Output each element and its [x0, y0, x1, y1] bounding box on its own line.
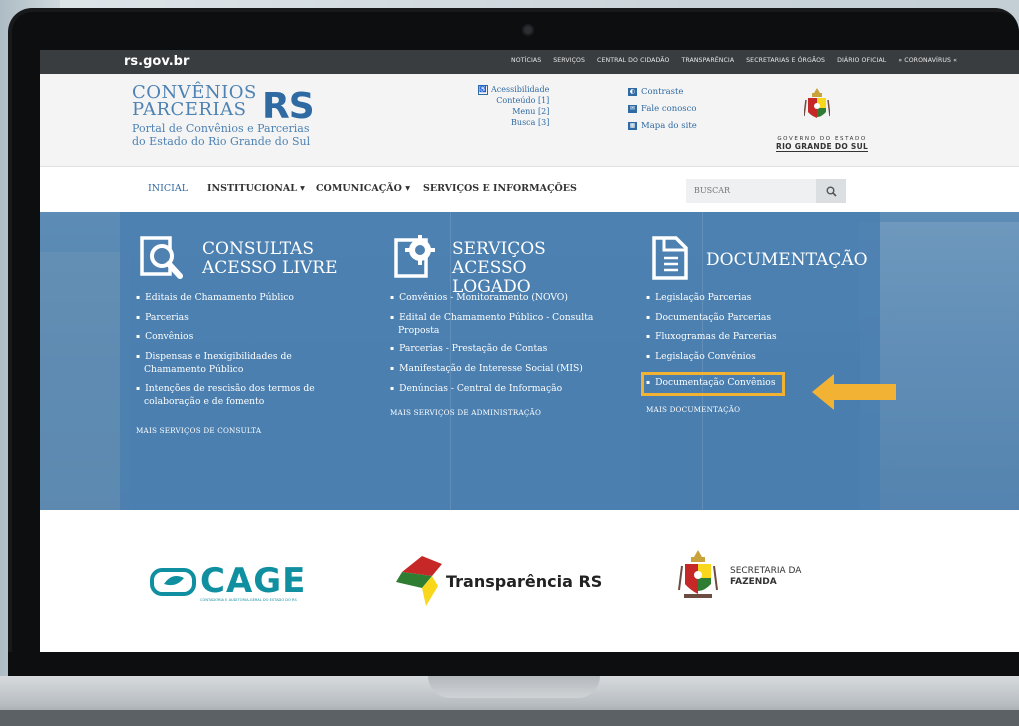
- column-title-line-1: SERVIÇOS: [452, 239, 546, 259]
- camera-icon: [524, 26, 532, 34]
- gov-nav-noticias[interactable]: NOTÍCIAS: [511, 57, 541, 64]
- search-icon: [826, 186, 837, 197]
- link-legislacao-convenios[interactable]: Legislação Convênios: [646, 351, 876, 364]
- more-administracao-link[interactable]: MAIS SERVIÇOS DE ADMINISTRAÇÃO: [390, 408, 610, 417]
- contrast-link[interactable]: ◐ Contraste: [628, 84, 697, 101]
- skip-menu-link[interactable]: Menu [2]: [478, 106, 549, 117]
- main-nav: INICIAL INSTITUCIONAL ▾ COMUNICAÇÃO ▾ SE…: [40, 167, 1019, 211]
- gov-nav-transparencia[interactable]: TRANSPARÊNCIA: [681, 57, 734, 64]
- accessibility-menu: ♿ Acessibilidade Conteúdo [1] Menu [2] Bu…: [478, 84, 549, 128]
- link-convenios[interactable]: Convênios: [136, 331, 356, 344]
- column-title: CONSULTAS ACESSO LIVRE: [202, 240, 338, 278]
- transparencia-map-icon: [396, 556, 442, 606]
- column-title-line-2: ACESSO LOGADO: [452, 258, 531, 297]
- hero-section: CONSULTAS ACESSO LIVRE Editais de Chamam…: [40, 212, 1019, 510]
- cage-text: CAGE: [200, 561, 307, 601]
- mail-icon: ✉: [628, 104, 637, 113]
- link-dispensas[interactable]: Dispensas e Inexigibilidades de Chamamen…: [136, 351, 356, 376]
- link-mis[interactable]: Manifestação de Interesse Social (MIS): [390, 363, 610, 376]
- link-denuncias[interactable]: Denúncias - Central de Informação: [390, 383, 610, 396]
- link-parcerias-prestacao[interactable]: Parcerias - Prestação de Contas: [390, 343, 610, 356]
- contrast-label: Contraste: [641, 87, 684, 97]
- search-box: [686, 179, 846, 203]
- sefaz-logo[interactable]: SECRETARIA DA FAZENDA: [678, 550, 801, 606]
- link-edital-consulta-proposta[interactable]: Edital de Chamamento Público - Consulta …: [390, 312, 610, 337]
- gov-nav-servicos[interactable]: SERVIÇOS: [553, 57, 585, 64]
- search-button[interactable]: [816, 179, 846, 203]
- gov-nav: NOTÍCIAS SERVIÇOS CENTRAL DO CIDADÃO TRA…: [511, 57, 957, 64]
- column-title: SERVIÇOS ACESSO LOGADO: [452, 240, 610, 297]
- link-parcerias[interactable]: Parcerias: [136, 312, 356, 325]
- link-editais[interactable]: Editais de Chamamento Público: [136, 292, 356, 305]
- contact-label: Fale conosco: [641, 104, 697, 114]
- laptop-bezel-bottom: [8, 652, 1019, 676]
- column-title-line-1: CONSULTAS: [202, 239, 315, 259]
- laptop-frame: rs.gov.br NOTÍCIAS SERVIÇOS CENTRAL DO C…: [8, 8, 1019, 676]
- state-crest-icon: [678, 550, 718, 598]
- sefaz-line-2: FAZENDA: [730, 577, 777, 587]
- column-links: Convênios - Monitoramento (NOVO) Edital …: [390, 292, 610, 396]
- site-header: CONVÊNIOS PARCERIAS RS Portal de Convêni…: [40, 74, 1019, 167]
- site-logo[interactable]: CONVÊNIOS PARCERIAS RS Portal de Convêni…: [132, 84, 315, 149]
- link-documentacao-convenios[interactable]: Documentação Convênios: [641, 372, 785, 396]
- column-consultas: CONSULTAS ACESSO LIVRE Editais de Chamam…: [136, 234, 356, 435]
- gov-nav-secretarias[interactable]: SECRETARIAS E ÓRGÃOS: [746, 57, 825, 64]
- logo-subtitle-2: do Estado do Rio Grande do Sul: [132, 135, 311, 148]
- sefaz-line-1: SECRETARIA DA: [730, 566, 802, 576]
- gov-nav-diario[interactable]: DIÁRIO OFICIAL: [837, 57, 886, 64]
- transparencia-text: Transparência RS: [446, 572, 603, 591]
- accessibility-icon: ♿: [478, 85, 488, 95]
- gov-top-bar: rs.gov.br NOTÍCIAS SERVIÇOS CENTRAL DO C…: [40, 50, 1019, 74]
- link-intencoes-rescisao[interactable]: Intenções de rescisão dos termos de cola…: [136, 383, 356, 408]
- column-header: CONSULTAS ACESSO LIVRE: [136, 234, 356, 292]
- contrast-icon: ◐: [628, 87, 637, 96]
- search-input[interactable]: [686, 179, 814, 201]
- accessibility-title: Acessibilidade: [491, 85, 550, 94]
- document-icon: [652, 236, 688, 280]
- cage-tagline: CONTADORIA E AUDITORIA-GERAL DO ESTADO D…: [200, 598, 297, 602]
- sitemap-link[interactable]: ▦ Mapa do site: [628, 118, 697, 135]
- highlight-arrow-icon: [812, 374, 896, 410]
- gov-brand-link[interactable]: rs.gov.br: [124, 54, 189, 69]
- link-fluxogramas[interactable]: Fluxogramas de Parcerias: [646, 331, 876, 344]
- column-header: SERVIÇOS ACESSO LOGADO: [390, 234, 610, 297]
- sitemap-label: Mapa do site: [641, 121, 697, 131]
- nav-institucional[interactable]: INSTITUCIONAL ▾: [207, 183, 305, 194]
- magnifier-document-icon: [140, 236, 183, 279]
- link-documentacao-parcerias[interactable]: Documentação Parcerias: [646, 312, 876, 325]
- cage-symbol-icon: [150, 568, 196, 596]
- more-consulta-link[interactable]: MAIS SERVIÇOS DE CONSULTA: [136, 426, 356, 435]
- column-header: DOCUMENTAÇÃO: [646, 234, 876, 292]
- laptop-base-notch: [428, 676, 600, 698]
- sitemap-icon: ▦: [628, 121, 637, 130]
- gov-nav-coronavirus[interactable]: » CORONAVÍRUS «: [898, 57, 957, 64]
- column-links: Editais de Chamamento Público Parcerias …: [136, 292, 356, 408]
- sefaz-text: SECRETARIA DA FAZENDA: [730, 566, 801, 588]
- state-crest-icon: [804, 88, 830, 118]
- nav-comunicacao[interactable]: COMUNICAÇÃO ▾: [316, 183, 410, 194]
- utility-links: ◐ Contraste ✉ Fale conosco ▦ Mapa do site: [628, 84, 697, 135]
- link-legislacao-parcerias[interactable]: Legislação Parcerias: [646, 292, 876, 305]
- skip-content-link[interactable]: Conteúdo [1]: [478, 95, 549, 106]
- column-title-line-2: ACESSO LIVRE: [202, 258, 338, 278]
- contact-link[interactable]: ✉ Fale conosco: [628, 101, 697, 118]
- gear-document-icon: [394, 235, 435, 278]
- column-servicos: SERVIÇOS ACESSO LOGADO Convênios - Monit…: [390, 234, 610, 417]
- accessibility-link[interactable]: ♿ Acessibilidade: [478, 84, 549, 95]
- gov-label-bottom: RIO GRANDE DO SUL: [776, 142, 869, 152]
- nav-inicial[interactable]: INICIAL: [148, 183, 188, 194]
- column-title: DOCUMENTAÇÃO: [706, 250, 868, 270]
- gov-label: GOVERNO DO ESTADO RIO GRANDE DO SUL: [776, 136, 869, 152]
- partner-logos: CAGE CONTADORIA E AUDITORIA-GERAL DO EST…: [40, 510, 1019, 652]
- nav-servicos-informacoes[interactable]: SERVIÇOS E INFORMAÇÕES: [423, 183, 577, 194]
- browser-screen: rs.gov.br NOTÍCIAS SERVIÇOS CENTRAL DO C…: [40, 50, 1019, 652]
- transparencia-logo[interactable]: Transparência RS: [392, 550, 602, 614]
- logo-rs: RS: [262, 86, 315, 127]
- gov-nav-central[interactable]: CENTRAL DO CIDADÃO: [597, 57, 669, 64]
- skip-search-link[interactable]: Busca [3]: [478, 117, 549, 128]
